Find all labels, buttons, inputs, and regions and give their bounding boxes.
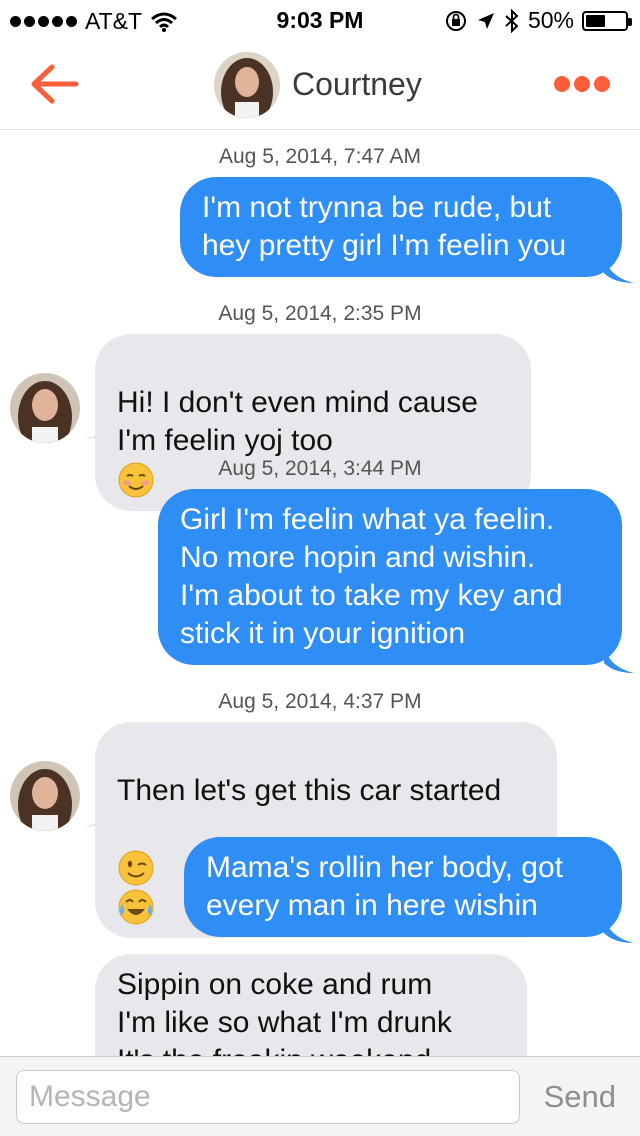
contact-name[interactable]: Courtney — [292, 66, 422, 103]
send-button[interactable]: Send — [544, 1079, 616, 1115]
message-timestamp: Aug 5, 2014, 7:47 AM — [219, 145, 421, 168]
message-timestamp: Aug 5, 2014, 3:44 PM — [218, 457, 422, 480]
message-list[interactable]: Aug 5, 2014, 7:47 AM I'm not trynna be r… — [0, 131, 640, 1056]
back-arrow-icon[interactable] — [28, 62, 80, 106]
more-dots-icon[interactable] — [554, 76, 610, 92]
incoming-bubble-tail — [84, 799, 114, 827]
orientation-lock-icon — [445, 10, 466, 31]
location-arrow-icon — [477, 12, 494, 29]
contact-message-avatar[interactable] — [10, 373, 80, 443]
bluetooth-icon — [505, 8, 519, 33]
tears-of-joy-emoji — [118, 889, 154, 925]
incoming-message-text: Hi! I don't even mind cause I'm feelin y… — [117, 386, 478, 457]
message-timestamp: Aug 5, 2014, 4:37 PM — [218, 690, 422, 713]
conversation-header: Courtney — [0, 40, 640, 130]
battery-percent: 50% — [527, 7, 574, 33]
outgoing-bubble-tail — [604, 915, 634, 943]
outgoing-bubble-tail — [604, 645, 634, 673]
outgoing-message-bubble[interactable]: I'm not trynna be rude, but hey pretty g… — [180, 177, 622, 277]
incoming-bubble-tail — [84, 411, 114, 439]
battery-icon — [582, 10, 632, 31]
incoming-message-text: Then let's get this car started — [117, 774, 502, 807]
outgoing-bubble-tail — [604, 255, 634, 283]
status-right: 50% — [444, 7, 632, 34]
status-bar: AT&T 9:03 PM 50% — [0, 0, 640, 40]
winking-face-emoji — [118, 850, 154, 886]
message-timestamp: Aug 5, 2014, 2:35 PM — [218, 302, 422, 325]
outgoing-message-bubble[interactable]: Girl I'm feelin what ya feelin. No more … — [158, 489, 622, 665]
outgoing-message-bubble[interactable]: Mama's rollin her body, got every man in… — [184, 837, 622, 937]
chat-screen: AT&T 9:03 PM 50% Courtney Aug 5, 2014, 7… — [0, 0, 640, 1136]
contact-avatar[interactable] — [214, 52, 280, 118]
contact-message-avatar[interactable] — [10, 761, 80, 831]
message-composer: Send — [0, 1056, 640, 1136]
incoming-message-bubble[interactable]: Hi! I don't even mind cause I'm feelin y… — [95, 334, 531, 512]
incoming-message-bubble[interactable]: Sippin on coke and rum I'm like so what … — [95, 954, 527, 1056]
message-input[interactable] — [16, 1070, 520, 1124]
